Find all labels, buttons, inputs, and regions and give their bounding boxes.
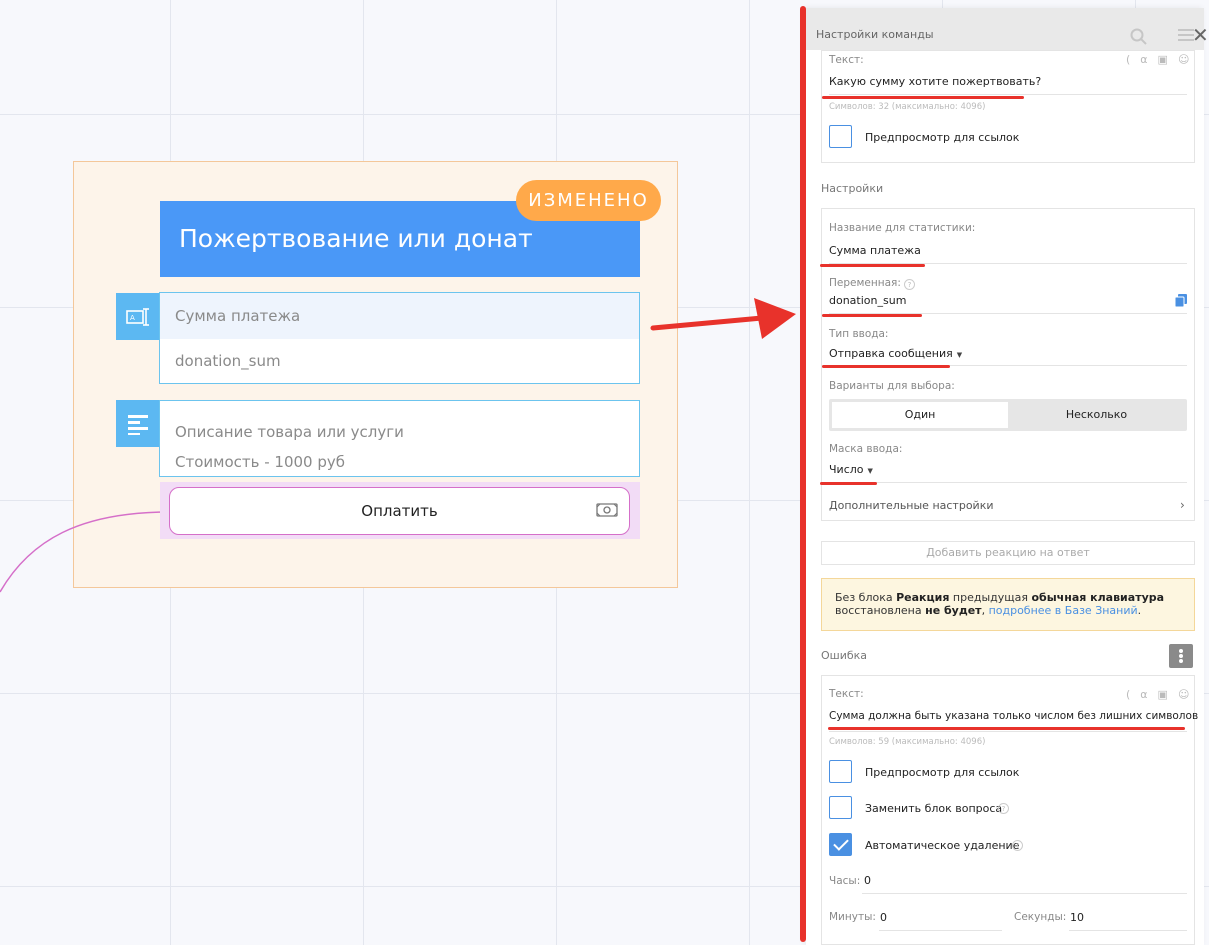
- annotation-arrow-icon: [650, 298, 796, 339]
- auto-delete-label: Автоматическое удаление: [865, 839, 1020, 852]
- image-icon[interactable]: ▣: [1158, 688, 1178, 701]
- input-mask-select[interactable]: Число ▼: [829, 463, 873, 476]
- emoji-icon[interactable]: ☺: [1178, 53, 1199, 66]
- alpha-format-icon[interactable]: (α: [1126, 688, 1158, 701]
- caret-down-icon: ▼: [867, 467, 873, 475]
- keyboard-notice: Без блока Реакция предыдущая обычная кла…: [821, 578, 1195, 631]
- annotation-underline: [822, 365, 950, 368]
- advanced-settings-link[interactable]: Дополнительные настройки: [829, 499, 994, 512]
- input-type-value: Отправка сообщения: [829, 347, 953, 360]
- annotation-underline: [822, 314, 922, 317]
- help-icon[interactable]: ?: [904, 279, 915, 290]
- replace-question-checkbox[interactable]: [829, 796, 852, 819]
- error-text-format-toolbar[interactable]: (α▣☺: [1126, 688, 1199, 701]
- input-card-variable: donation_sum: [175, 352, 281, 370]
- emoji-icon[interactable]: ☺: [1178, 688, 1199, 701]
- alpha-format-icon[interactable]: (α: [1126, 53, 1158, 66]
- input-mask-label: Маска ввода:: [829, 443, 903, 455]
- help-icon[interactable]: ?: [1012, 840, 1023, 851]
- help-icon[interactable]: ?: [998, 803, 1009, 814]
- auto-delete-checkbox[interactable]: [829, 833, 852, 856]
- message-text-value[interactable]: Какую сумму хотите пожертвовать?: [829, 75, 1041, 88]
- error-link-preview-label: Предпросмотр для ссылок: [865, 766, 1020, 779]
- close-icon[interactable]: ✕: [1192, 25, 1209, 45]
- banknote-icon: [596, 503, 618, 517]
- error-section-title: Ошибка: [821, 649, 868, 662]
- panel-title: Настройки команды: [816, 28, 934, 41]
- annotation-red-bar: [800, 6, 806, 942]
- copy-icon[interactable]: [1175, 294, 1187, 307]
- text-message-card[interactable]: Описание товара или услуги Стоимость - 1…: [159, 400, 640, 477]
- minutes-label: Минуты:: [829, 911, 876, 923]
- variable-input[interactable]: donation_sum: [829, 294, 906, 307]
- minutes-underline: [879, 930, 1002, 931]
- hours-label: Часы:: [829, 875, 861, 887]
- choice-option-single[interactable]: Один: [832, 402, 1008, 428]
- annotation-underline: [828, 727, 1185, 730]
- knowledge-base-link[interactable]: подробнее в Базе Знаний: [989, 604, 1138, 617]
- link-preview-checkbox[interactable]: [829, 125, 852, 148]
- error-text-label: Текст:: [829, 688, 864, 700]
- input-card-title: Сумма платежа: [160, 293, 639, 339]
- text-card-line-1: Описание товара или услуги: [175, 423, 404, 441]
- flow-connector-line: [0, 511, 171, 593]
- text-card-line-2: Стоимость - 1000 руб: [175, 453, 345, 471]
- caret-down-icon: ▼: [956, 351, 963, 359]
- seconds-label: Секунды:: [1014, 911, 1067, 923]
- svg-text:A: A: [130, 314, 135, 322]
- replace-question-label: Заменить блок вопроса: [865, 802, 1003, 815]
- input-type-label: Тип ввода:: [829, 328, 889, 340]
- add-reaction-button[interactable]: Добавить реакцию на ответ: [821, 541, 1195, 565]
- changed-badge: ИЗМЕНЕНО: [516, 180, 661, 221]
- annotation-underline: [820, 264, 925, 267]
- error-text-underline: [829, 731, 1187, 732]
- input-type-select[interactable]: Отправка сообщения ▼: [829, 347, 962, 360]
- annotation-underline: [820, 482, 877, 485]
- hours-input[interactable]: 0: [864, 874, 871, 887]
- pay-button[interactable]: Оплатить: [169, 487, 630, 535]
- variable-label: Переменная:: [829, 277, 901, 289]
- link-preview-label: Предпросмотр для ссылок: [865, 131, 1020, 144]
- text-align-icon: [116, 400, 160, 447]
- image-icon[interactable]: ▣: [1158, 53, 1178, 66]
- choice-segmented-control: Один Несколько: [829, 399, 1187, 431]
- error-link-preview-checkbox[interactable]: [829, 760, 852, 783]
- input-question-card[interactable]: Сумма платежа donation_sum: [159, 292, 640, 384]
- input-mask-value: Число: [829, 463, 864, 476]
- text-format-toolbar[interactable]: (α▣☺: [1126, 53, 1199, 66]
- search-icon[interactable]: [1130, 28, 1148, 46]
- message-text-underline: [829, 94, 1187, 95]
- message-text-label: Текст:: [829, 54, 864, 66]
- hours-underline: [862, 893, 1187, 894]
- more-options-icon[interactable]: [1169, 644, 1193, 668]
- input-mask-underline: [829, 482, 1187, 483]
- error-text-value[interactable]: Сумма должна быть указана только числом …: [829, 710, 1198, 722]
- seconds-underline: [1069, 930, 1187, 931]
- chevron-right-icon[interactable]: ›: [1180, 498, 1185, 512]
- text-input-icon: A: [116, 293, 160, 340]
- error-char-counter: Символов: 59 (максимально: 4096): [829, 737, 986, 747]
- choice-option-multiple[interactable]: Несколько: [1009, 402, 1184, 428]
- minutes-input[interactable]: 0: [880, 911, 887, 924]
- settings-section-title: Настройки: [821, 182, 884, 195]
- seconds-input[interactable]: 10: [1070, 911, 1084, 924]
- message-char-counter: Символов: 32 (максимально: 4096): [829, 102, 986, 112]
- choice-label: Варианты для выбора:: [829, 380, 955, 392]
- stat-name-input[interactable]: Сумма платежа: [829, 244, 921, 257]
- annotation-underline: [822, 96, 1024, 99]
- stat-name-label: Название для статистики:: [829, 222, 976, 234]
